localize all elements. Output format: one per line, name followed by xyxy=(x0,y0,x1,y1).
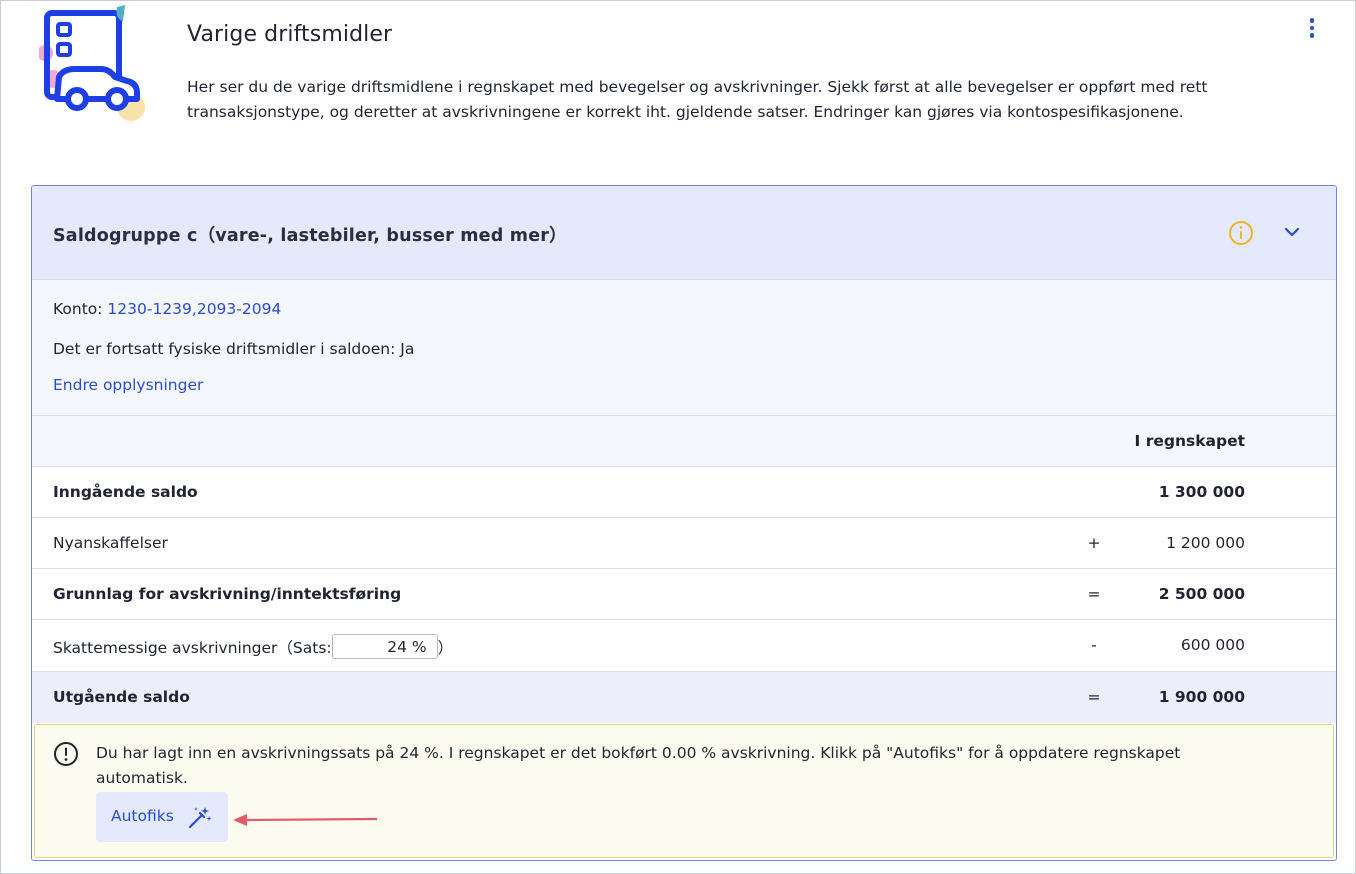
page-description: Her ser du de varige driftsmidlene i reg… xyxy=(187,78,1208,121)
row-label: Nyanskaffelser xyxy=(53,534,168,552)
depreciation-rate-input[interactable]: 24 % xyxy=(331,634,438,659)
row-label: Grunnlag for avskrivning/inntektsføring xyxy=(53,585,402,603)
info-circle-icon[interactable] xyxy=(1228,220,1254,246)
row-operator: = xyxy=(1087,585,1101,603)
row-value: 600 000 xyxy=(1180,636,1245,654)
row-label: Skattemessige avskrivninger（Sats: 24 %） xyxy=(53,634,454,659)
group-details: Konto: 1230-1239,2093-2094 Det er fortsa… xyxy=(32,280,1336,416)
column-header-regnskapet: I regnskapet xyxy=(1134,432,1245,450)
table-row: Grunnlag for avskrivning/inntektsføring … xyxy=(32,569,1336,620)
konto-label: Konto: xyxy=(53,300,103,318)
exclamation-circle-icon xyxy=(54,742,78,766)
row-value: 1 300 000 xyxy=(1158,483,1245,501)
depreciation-label: Skattemessige avskrivninger（Sats: xyxy=(53,639,332,657)
warning-banner: Du har lagt inn en avskrivningssats på 2… xyxy=(34,724,1334,858)
konto-link[interactable]: 1230-1239,2093-2094 xyxy=(107,300,281,318)
page-frame: Varige driftsmidler Her ser du de varige… xyxy=(0,0,1356,874)
card-header[interactable]: Saldogruppe c（vare-, lastebiler, busser … xyxy=(32,186,1336,280)
chevron-down-icon[interactable] xyxy=(1282,222,1302,242)
page-title: Varige driftsmidler xyxy=(187,22,393,47)
row-operator: - xyxy=(1091,636,1097,654)
car-building-illustration-icon xyxy=(39,5,145,121)
row-operator: + xyxy=(1087,534,1101,552)
row-value: 2 500 000 xyxy=(1158,585,1245,603)
row-value: 1 200 000 xyxy=(1166,534,1245,552)
warning-text: Du har lagt inn en avskrivningssats på 2… xyxy=(96,744,1181,787)
row-value: 1 900 000 xyxy=(1158,688,1245,706)
physical-assets-status: Det er fortsatt fysiske driftsmidler i s… xyxy=(53,340,415,358)
table-row: Inngående saldo 1 300 000 xyxy=(32,467,1336,518)
table-header: I regnskapet xyxy=(32,416,1336,467)
saldogruppe-card: Saldogruppe c（vare-, lastebiler, busser … xyxy=(31,185,1337,861)
magic-wand-icon xyxy=(188,807,212,829)
konto-line: Konto: 1230-1239,2093-2094 xyxy=(53,300,281,318)
table-row: Skattemessige avskrivninger（Sats: 24 %） -… xyxy=(32,620,1336,672)
menu-dot xyxy=(1309,18,1315,23)
more-menu-button[interactable] xyxy=(1301,15,1323,41)
row-operator: = xyxy=(1087,688,1101,706)
table-row: Nyanskaffelser + 1 200 000 xyxy=(32,518,1336,569)
row-label: Inngående saldo xyxy=(53,483,198,501)
autofix-label: Autofiks xyxy=(111,807,174,825)
menu-dot xyxy=(1309,33,1315,38)
menu-dot xyxy=(1309,25,1315,31)
depreciation-label-close: ） xyxy=(437,639,454,657)
table-row: Utgående saldo = 1 900 000 xyxy=(32,672,1336,723)
autofix-button[interactable]: Autofiks xyxy=(96,792,228,842)
red-arrow-annotation xyxy=(233,814,378,826)
row-label: Utgående saldo xyxy=(53,688,190,706)
edit-details-link[interactable]: Endre opplysninger xyxy=(53,376,203,394)
card-title: Saldogruppe c（vare-, lastebiler, busser … xyxy=(53,226,567,246)
